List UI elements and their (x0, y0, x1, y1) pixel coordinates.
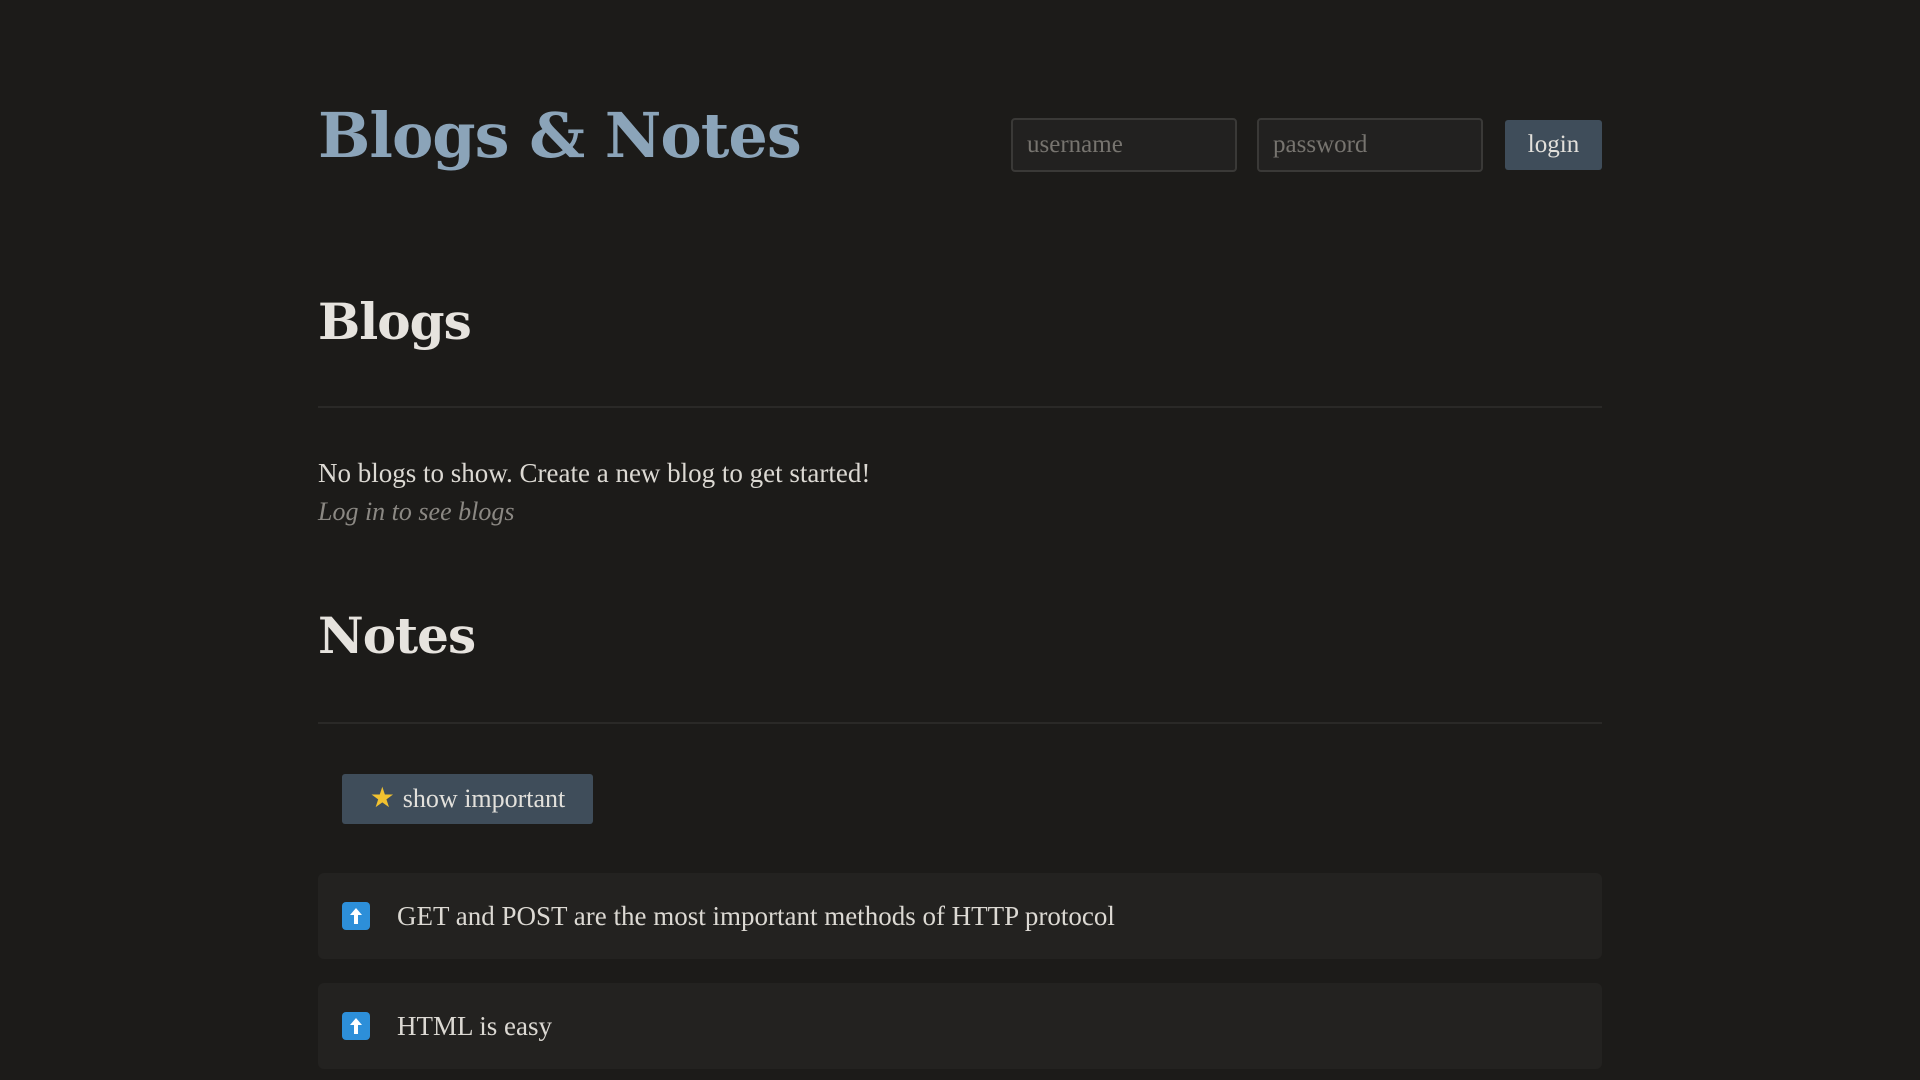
arrow-up-icon[interactable] (342, 902, 370, 930)
notes-heading: Notes (318, 606, 476, 665)
note-text: GET and POST are the most important meth… (397, 900, 1115, 931)
note-item: GET and POST are the most important meth… (318, 873, 1602, 959)
show-important-label: show important (402, 784, 566, 813)
star-icon: ★ (369, 783, 395, 814)
login-button[interactable]: login (1505, 120, 1602, 170)
username-input[interactable] (1011, 118, 1237, 172)
password-input[interactable] (1257, 118, 1483, 172)
header: Blogs & Notes login (318, 0, 1602, 210)
blogs-heading: Blogs (318, 292, 472, 351)
arrow-up-icon[interactable] (342, 1012, 370, 1040)
notes-divider (318, 722, 1602, 724)
show-important-button[interactable]: ★ show important (342, 774, 593, 824)
page-container: Blogs & Notes login Blogs No blogs to sh… (318, 0, 1602, 1069)
blogs-divider (318, 406, 1602, 408)
blogs-login-hint: Log in to see blogs (318, 497, 515, 526)
blogs-empty-message: No blogs to show. Create a new blog to g… (318, 458, 871, 488)
login-form: login (1011, 118, 1602, 172)
note-item: HTML is easy (318, 983, 1602, 1069)
site-title: Blogs & Notes (318, 99, 802, 172)
note-text: HTML is easy (397, 1010, 552, 1041)
